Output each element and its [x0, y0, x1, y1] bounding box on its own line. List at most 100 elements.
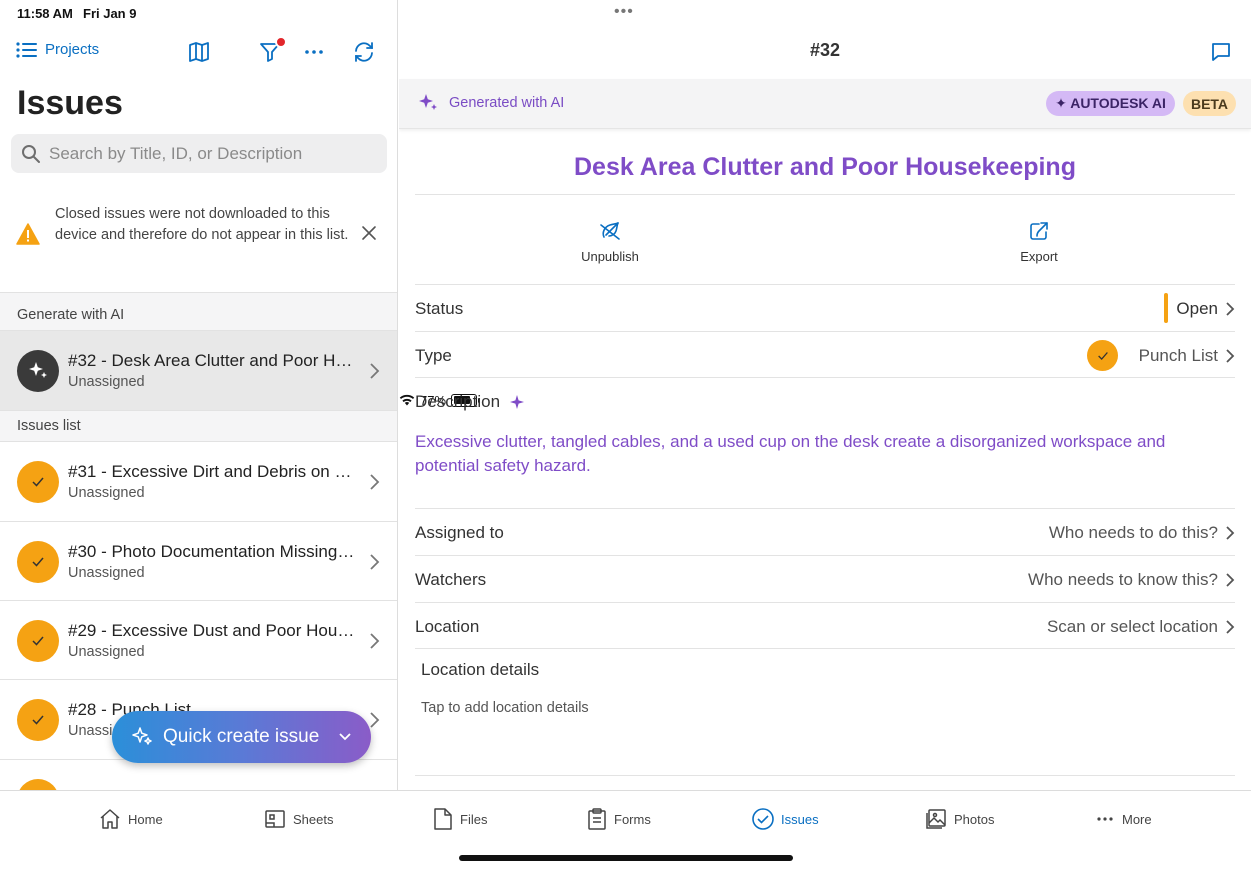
refresh-icon — [355, 42, 373, 62]
check-circle-icon — [752, 808, 774, 830]
tab-sheets-label: Sheets — [293, 811, 334, 827]
check-icon — [32, 636, 44, 646]
tab-sheets[interactable]: Sheets — [263, 807, 333, 831]
description-text[interactable]: Excessive clutter, tangled cables, and a… — [415, 430, 1225, 478]
divider — [415, 331, 1235, 332]
chevron-right-icon — [370, 712, 380, 728]
watchers-value[interactable]: Who needs to know this? — [1028, 570, 1218, 590]
home-icon — [100, 809, 120, 829]
divider — [415, 555, 1235, 556]
assigned-to-value[interactable]: Who needs to do this? — [1049, 523, 1218, 543]
chevron-right-icon — [370, 554, 380, 570]
chevron-right-icon — [1226, 349, 1235, 363]
unpublish-button[interactable]: Unpublish — [555, 219, 665, 264]
tab-photos[interactable]: Photos — [924, 807, 994, 831]
location-value[interactable]: Scan or select location — [1047, 617, 1218, 637]
check-icon — [32, 557, 44, 567]
issue-row-title: #30 - Photo Documentation Missing Detail… — [68, 542, 358, 561]
type-value[interactable]: Punch List — [1139, 346, 1218, 366]
chevron-right-icon — [1226, 302, 1235, 316]
ai-issue-row[interactable]: #32 - Desk Area Clutter and Poor Houseke… — [0, 330, 397, 410]
filter-badge — [275, 36, 287, 48]
more-options-button[interactable] — [302, 40, 326, 64]
refresh-button[interactable] — [352, 40, 376, 64]
chevron-down-icon — [339, 733, 351, 741]
tab-issues-label: Issues — [781, 811, 819, 827]
export-button[interactable]: Export — [984, 219, 1094, 264]
map-button[interactable] — [187, 40, 211, 64]
close-icon[interactable] — [360, 224, 378, 242]
ai-generated-label: Generated with AI — [449, 95, 565, 111]
sheets-icon — [265, 810, 285, 828]
quick-create-issue-button[interactable]: Quick create issue — [112, 711, 371, 763]
issue-row-subtitle: Unassigned — [68, 565, 145, 581]
fab-label: Quick create issue — [163, 726, 320, 747]
page-title: Issues — [17, 84, 123, 122]
chevron-right-icon — [370, 633, 380, 649]
issue-title: Desk Area Clutter and Poor Housekeeping — [574, 153, 1076, 181]
search-bar[interactable] — [11, 134, 387, 173]
beta-badge: BETA — [1183, 91, 1236, 116]
punch-list-type-icon — [1087, 340, 1118, 371]
tab-issues[interactable]: Issues — [751, 807, 819, 831]
ai-generated-banner: Generated with AI ✦ AUTODESK AI BETA — [399, 79, 1251, 129]
issue-row-partial[interactable] — [0, 759, 397, 790]
issue-row[interactable]: #29 - Excessive Dust and Poor Housekeepi… — [0, 600, 397, 680]
issue-row-title: #32 - Desk Area Clutter and Poor Houseke… — [68, 351, 358, 370]
comment-icon — [1212, 43, 1230, 61]
tab-forms-label: Forms — [614, 811, 651, 827]
home-indicator — [459, 855, 793, 861]
search-input[interactable] — [49, 143, 369, 164]
punch-list-avatar — [17, 699, 59, 741]
location-details-label: Location details — [421, 660, 540, 679]
type-label: Type — [415, 346, 452, 365]
list-icon — [16, 41, 37, 58]
tab-forms[interactable]: Forms — [586, 807, 651, 831]
issue-id-header: #32 — [809, 40, 841, 60]
comments-button[interactable] — [1209, 40, 1233, 64]
chevron-right-icon — [1226, 526, 1235, 540]
tab-more-label: More — [1122, 811, 1152, 827]
tab-more[interactable]: More — [1096, 807, 1152, 831]
status-label: Status — [415, 299, 464, 318]
filter-button[interactable] — [258, 36, 287, 64]
chevron-right-icon — [370, 363, 380, 379]
projects-label: Projects — [45, 41, 100, 58]
list-toolbar: Projects — [0, 36, 397, 68]
divider — [415, 648, 1235, 649]
projects-button[interactable]: Projects — [16, 41, 99, 58]
location-details-input[interactable]: Tap to add location details — [421, 700, 589, 716]
check-icon — [32, 477, 44, 487]
punch-list-avatar — [17, 461, 59, 503]
warning-icon — [16, 223, 40, 245]
check-icon — [32, 715, 44, 725]
punch-list-avatar — [17, 779, 59, 790]
unpublish-label: Unpublish — [581, 249, 639, 264]
tab-home[interactable]: Home — [98, 807, 163, 831]
issue-row-subtitle: Unassigned — [68, 374, 145, 390]
issue-row-title: #29 - Excessive Dust and Poor Housekeepi… — [68, 621, 358, 640]
divider — [415, 775, 1235, 776]
punch-list-avatar — [17, 541, 59, 583]
tab-photos-label: Photos — [954, 811, 995, 827]
chevron-right-icon — [1226, 620, 1235, 634]
status-value[interactable]: Open — [1176, 299, 1218, 319]
status-indicator — [1164, 293, 1168, 323]
description-label: Description — [415, 392, 501, 411]
sparkle-icon — [510, 395, 524, 409]
tab-files[interactable]: Files — [432, 807, 487, 831]
tab-files-label: Files — [460, 811, 488, 827]
file-icon — [434, 808, 452, 830]
unpublish-icon — [600, 222, 620, 240]
assigned-to-label: Assigned to — [415, 523, 504, 542]
section-header-issues: Issues list — [0, 410, 397, 441]
more-icon — [1097, 817, 1113, 821]
divider — [415, 194, 1235, 195]
sparkle-icon — [419, 94, 437, 110]
divider — [415, 508, 1235, 509]
issue-row[interactable]: #30 - Photo Documentation Missing Detail… — [0, 521, 397, 601]
issue-row[interactable]: #31 - Excessive Dirt and Debris on Floor… — [0, 441, 397, 521]
divider — [415, 284, 1235, 285]
location-label: Location — [415, 617, 480, 636]
chevron-right-icon — [1226, 573, 1235, 587]
